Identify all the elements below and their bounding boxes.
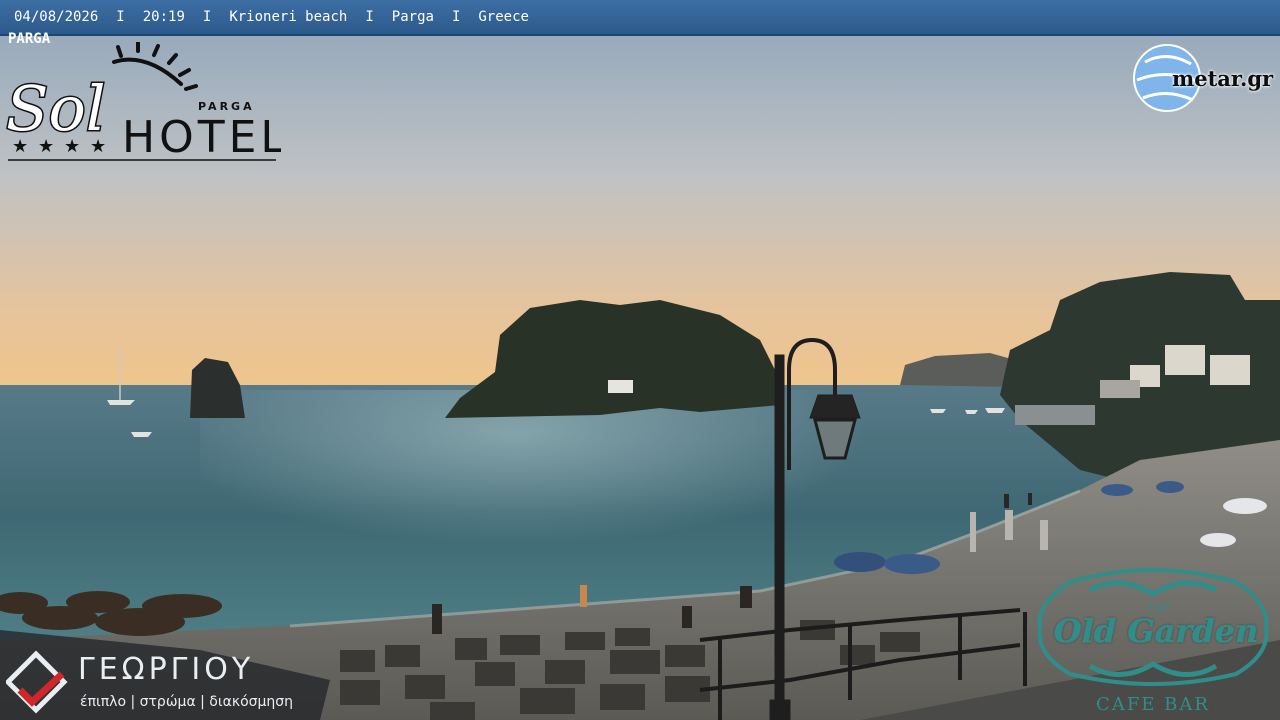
svg-text:★: ★: [12, 136, 28, 157]
georgiou-subtitle: έπιπλο | στρώμα | διακόσμηση: [80, 694, 294, 710]
country-name: Greece: [478, 9, 529, 25]
capture-time: 20:19: [142, 9, 185, 25]
sol-brand-text: Sol: [6, 72, 106, 145]
separator: I: [116, 9, 125, 25]
capture-date: 04/08/2026: [14, 9, 99, 25]
metar-logo-text: metar.gr: [1172, 66, 1274, 91]
hotel-text: HOTEL: [122, 112, 281, 163]
harbour-wall: [1015, 405, 1095, 425]
location-name: Krioneri beach: [229, 9, 348, 25]
separator: I: [451, 9, 461, 25]
svg-text:★: ★: [90, 136, 106, 157]
old-garden-name: Old Garden: [1053, 612, 1259, 650]
island-chapel: [608, 380, 633, 393]
webcam-info-bar: 04/08/2026 I 20:19 I Krioneri beach I Pa…: [0, 0, 1280, 36]
sol-hotel-logo: Sol PARGA HOTEL ★ ★ ★ ★: [6, 42, 281, 163]
old-garden-subtitle: CAFE BAR: [1096, 694, 1210, 715]
separator: I: [365, 9, 374, 25]
sun-rays-icon: [112, 42, 198, 91]
svg-text:★: ★: [64, 136, 80, 157]
georgiou-name: ΓΕΩΡΓΙΟΥ: [78, 652, 255, 687]
svg-text:★: ★: [38, 136, 54, 157]
town-name: Parga: [391, 9, 434, 25]
separator: I: [202, 9, 212, 25]
